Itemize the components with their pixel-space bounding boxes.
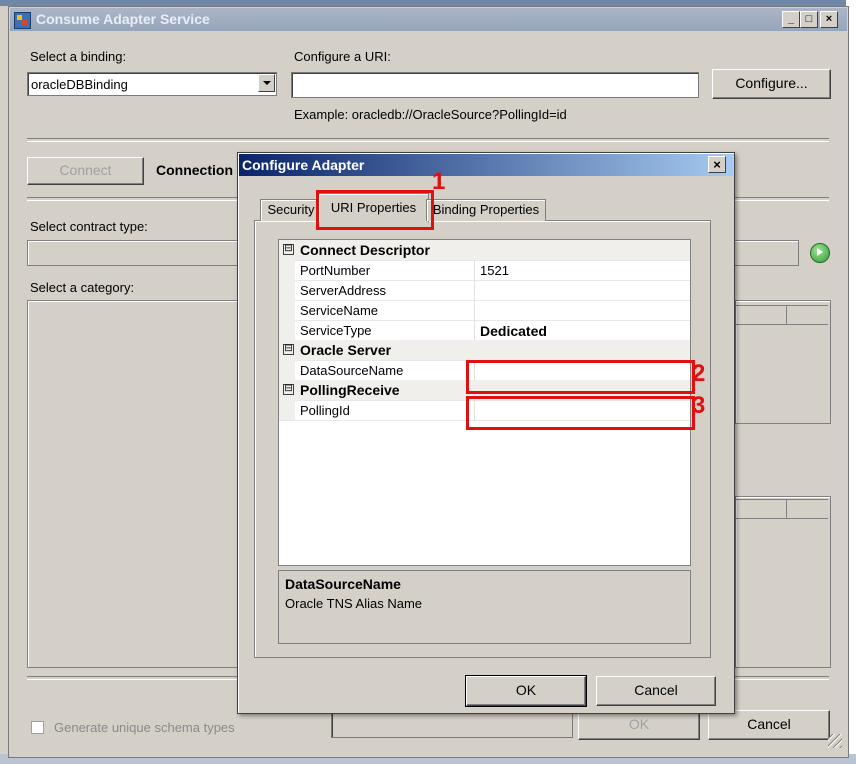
configure-button[interactable]: Configure... [712, 69, 831, 99]
uri-input[interactable] [291, 72, 699, 98]
callout-number-2: 2 [692, 360, 706, 387]
property-name: DataSourceName [300, 363, 404, 378]
binding-combobox[interactable]: oracleDBBinding [27, 72, 277, 96]
app-icon [14, 12, 31, 29]
property-name: PortNumber [300, 263, 371, 278]
tab-security[interactable]: Security [260, 199, 322, 221]
generate-unique-label: Generate unique schema types [54, 720, 235, 735]
uri-example-text: Example: oracledb://OracleSource?Polling… [294, 107, 567, 122]
category-connect-descriptor[interactable]: ⊟ Connect Descriptor [279, 240, 690, 261]
dialog-close-icon[interactable]: × [708, 156, 726, 173]
binding-value: oracleDBBinding [31, 77, 128, 92]
dialog-title: Configure Adapter [242, 157, 365, 173]
chevron-down-icon[interactable] [258, 74, 275, 92]
category-label: Select a category: [30, 280, 135, 295]
category-label: Connect Descriptor [300, 242, 430, 258]
category-label: Oracle Server [300, 342, 392, 358]
property-value[interactable]: 1521 [480, 263, 509, 278]
connect-button[interactable]: Connect [27, 157, 144, 185]
main-ok-button[interactable]: OK [578, 710, 700, 740]
main-window-title: Consume Adapter Service [36, 11, 210, 27]
collapse-icon[interactable]: ⊟ [283, 384, 294, 395]
column-divider [474, 280, 475, 300]
contract-type-label: Select contract type: [30, 219, 148, 234]
filename-prefix-input[interactable] [331, 712, 573, 738]
list-header [736, 499, 828, 519]
select-binding-label: Select a binding: [30, 49, 127, 64]
callout-box-uri-properties [316, 190, 434, 230]
description-text: Oracle TNS Alias Name [285, 596, 423, 611]
added-operations-list[interactable] [735, 496, 831, 668]
row-margin [279, 400, 295, 420]
resize-grip[interactable] [828, 734, 842, 748]
row-margin [279, 360, 295, 380]
property-row-servicename[interactable]: ServiceName [279, 300, 690, 321]
go-arrow-icon[interactable] [810, 243, 830, 263]
generate-unique-checkbox[interactable] [31, 721, 44, 734]
callout-box-datasourcename [466, 360, 695, 394]
property-name: ServerAddress [300, 283, 386, 298]
property-name: ServiceType [300, 323, 372, 338]
description-title: DataSourceName [285, 576, 401, 592]
callout-box-pollingid [466, 396, 695, 430]
collapse-icon[interactable]: ⊟ [283, 344, 294, 355]
row-margin [279, 280, 295, 300]
maximize-icon[interactable]: □ [800, 11, 818, 28]
divider [27, 138, 829, 142]
callout-number-1: 1 [432, 168, 446, 195]
property-row-portnumber[interactable]: PortNumber 1521 [279, 260, 690, 281]
property-value[interactable]: Dedicated [480, 323, 547, 339]
column-divider [786, 499, 787, 519]
connection-status-label: Connection [156, 162, 233, 178]
available-operations-list[interactable] [735, 300, 831, 424]
property-name: PollingId [300, 403, 350, 418]
column-divider [474, 300, 475, 320]
minimize-icon[interactable]: _ [782, 11, 800, 28]
main-title-bar[interactable]: Consume Adapter Service _ □ × [10, 8, 847, 31]
callout-number-3: 3 [692, 392, 706, 419]
close-icon[interactable]: × [820, 11, 838, 28]
collapse-icon[interactable]: ⊟ [283, 244, 294, 255]
dialog-cancel-button[interactable]: Cancel [596, 676, 716, 706]
tab-binding-properties[interactable]: Binding Properties [426, 199, 546, 221]
column-divider [474, 320, 475, 340]
property-row-serveraddress[interactable]: ServerAddress [279, 280, 690, 301]
list-header [736, 305, 828, 325]
row-margin [279, 260, 295, 280]
category-label: PollingReceive [300, 382, 400, 398]
row-margin [279, 320, 295, 340]
column-divider [474, 260, 475, 280]
dialog-title-bar[interactable]: Configure Adapter [239, 154, 733, 176]
category-oracle-server[interactable]: ⊟ Oracle Server [279, 340, 690, 361]
main-cancel-button[interactable]: Cancel [708, 710, 830, 740]
property-description-panel: DataSourceName Oracle TNS Alias Name [278, 570, 691, 644]
property-row-servicetype[interactable]: ServiceType Dedicated [279, 320, 690, 341]
category-tree[interactable] [27, 300, 239, 668]
configure-uri-label: Configure a URI: [294, 49, 391, 64]
property-name: ServiceName [300, 303, 379, 318]
column-divider [786, 305, 787, 325]
row-margin [279, 300, 295, 320]
dialog-ok-button[interactable]: OK [465, 675, 587, 707]
